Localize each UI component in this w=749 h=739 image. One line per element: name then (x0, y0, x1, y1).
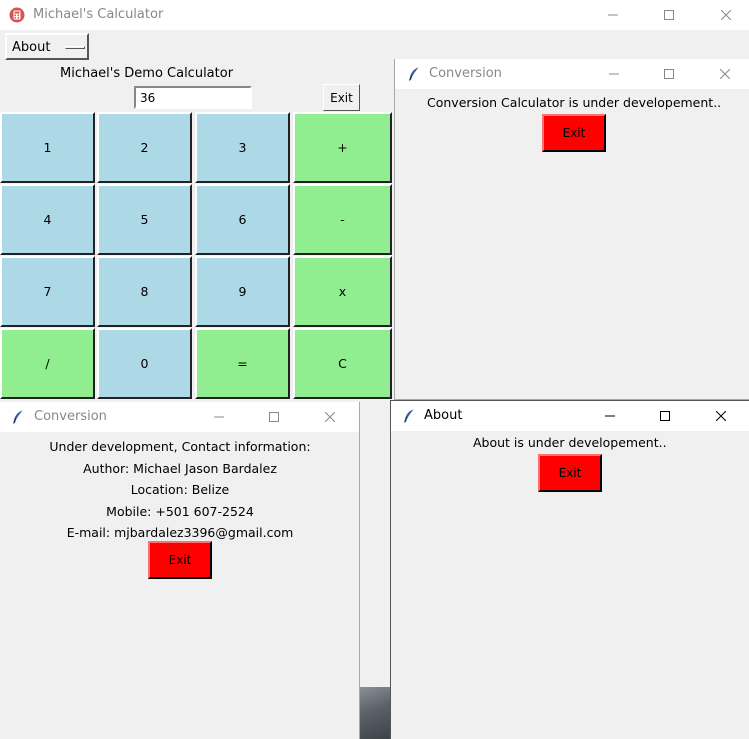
close-button[interactable] (307, 402, 353, 432)
menu-indicator-icon (65, 46, 85, 49)
desktop-background (360, 687, 390, 739)
key-label: C (338, 356, 347, 371)
key-7[interactable]: 7 (0, 256, 95, 327)
about-exit-button[interactable]: Exit (538, 454, 602, 492)
contact-author: Author: Michael Jason Bardalez (83, 460, 277, 476)
key-label: / (45, 356, 50, 371)
key-5[interactable]: 5 (97, 184, 192, 255)
key-label: 6 (238, 212, 247, 227)
window-title: Michael's Calculator (33, 7, 164, 22)
key-label: 4 (43, 212, 52, 227)
close-button[interactable] (703, 0, 749, 30)
maximize-button[interactable] (251, 402, 297, 432)
keypad: 1 2 3 + 4 5 6 - 7 8 9 x / 0 = C (0, 112, 392, 399)
minimize-button[interactable] (591, 59, 637, 89)
about-menu-button[interactable]: About (5, 33, 89, 60)
key-label: - (340, 212, 345, 227)
key-label: x (338, 284, 347, 299)
key-label: + (337, 140, 348, 155)
about-menu-label: About (12, 40, 51, 55)
key-label: 8 (140, 284, 149, 299)
about-message: About is under developement.. (473, 435, 667, 450)
key-divide[interactable]: / (0, 328, 95, 399)
maximize-icon (664, 69, 674, 79)
key-3[interactable]: 3 (195, 112, 290, 183)
minimize-icon (609, 73, 619, 75)
key-label: 0 (140, 356, 149, 371)
close-icon (720, 69, 730, 79)
main-exit-button[interactable]: Exit (323, 84, 360, 111)
calculator-heading: Michael's Demo Calculator (60, 66, 234, 81)
display-entry[interactable] (134, 86, 252, 109)
key-label: 9 (238, 284, 247, 299)
key-minus[interactable]: - (293, 184, 392, 255)
window-title: Conversion (34, 409, 107, 424)
feather-icon (401, 408, 417, 424)
key-multiply[interactable]: x (293, 256, 392, 327)
key-plus[interactable]: + (293, 112, 392, 183)
maximize-icon (269, 412, 279, 422)
conversion-exit-button[interactable]: Exit (148, 541, 212, 579)
window-title: Conversion (429, 66, 502, 81)
conversion-window-top: Conversion Conversion Calculator is unde… (394, 59, 749, 400)
key-label: 5 (140, 212, 149, 227)
minimize-button[interactable] (590, 0, 636, 30)
key-6[interactable]: 6 (195, 184, 290, 255)
title-bar: Conversion (395, 59, 749, 89)
key-label: 1 (43, 140, 52, 155)
minimize-icon (605, 415, 615, 417)
maximize-button[interactable] (646, 0, 692, 30)
key-equals[interactable]: = (195, 328, 290, 399)
key-9[interactable]: 9 (195, 256, 290, 327)
close-button[interactable] (702, 59, 748, 89)
calculator-app-icon (9, 7, 25, 23)
close-icon (325, 412, 335, 422)
contact-heading: Under development, Contact information: (49, 439, 311, 454)
key-8[interactable]: 8 (97, 256, 192, 327)
close-button[interactable] (698, 401, 744, 431)
close-icon (721, 10, 731, 20)
conversion-message: Conversion Calculator is under developem… (427, 95, 722, 110)
maximize-icon (660, 411, 670, 421)
contact-location: Location: Belize (130, 482, 230, 497)
contact-info: Under development, Contact information: … (0, 436, 359, 544)
about-window: About About is under developement.. Exit (390, 400, 749, 739)
maximize-icon (664, 10, 674, 20)
title-bar: Michael's Calculator (0, 0, 749, 30)
window-title: About (424, 408, 463, 423)
key-2[interactable]: 2 (97, 112, 192, 183)
main-exit-label: Exit (330, 90, 353, 105)
exit-label: Exit (168, 553, 192, 567)
minimize-icon (214, 416, 224, 418)
maximize-button[interactable] (646, 59, 692, 89)
key-label: 3 (238, 140, 247, 155)
exit-label: Exit (562, 126, 586, 140)
key-clear[interactable]: C (293, 328, 392, 399)
maximize-button[interactable] (642, 401, 688, 431)
feather-icon (406, 66, 422, 82)
minimize-button[interactable] (587, 401, 633, 431)
exit-label: Exit (558, 466, 582, 480)
key-4[interactable]: 4 (0, 184, 95, 255)
close-icon (716, 411, 726, 421)
conversion-window-bottom: Conversion Under development, Contact in… (0, 402, 360, 739)
contact-mobile: Mobile: +501 607-2524 (106, 503, 254, 519)
conversion-exit-button[interactable]: Exit (542, 114, 606, 152)
key-label: 7 (43, 284, 52, 299)
feather-icon (10, 409, 26, 425)
minimize-button[interactable] (196, 402, 242, 432)
key-label: 2 (140, 140, 149, 155)
key-1[interactable]: 1 (0, 112, 95, 183)
minimize-icon (608, 14, 618, 16)
title-bar: Conversion (0, 402, 359, 432)
key-0[interactable]: 0 (97, 328, 192, 399)
title-bar: About (391, 401, 749, 431)
key-label: = (237, 356, 248, 371)
